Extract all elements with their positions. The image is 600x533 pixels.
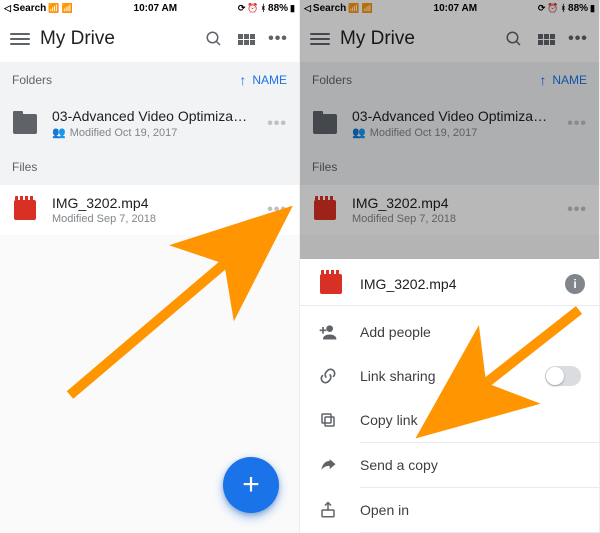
bottom-sheet: IMG_3202.mp4 i Add people Link sharing C… xyxy=(300,259,599,533)
view-grid-icon[interactable] xyxy=(235,34,257,45)
sort-button[interactable]: ↑ NAME xyxy=(239,72,287,88)
shared-icon: 👥 xyxy=(52,126,66,139)
sheet-copy-link[interactable]: Copy link xyxy=(300,398,599,442)
link-sharing-toggle[interactable] xyxy=(545,366,581,386)
add-person-icon xyxy=(318,322,338,342)
sheet-send-copy[interactable]: Send a copy xyxy=(300,443,599,487)
folder-modified: Modified Oct 19, 2017 xyxy=(70,127,178,139)
sheet-item-label: Link sharing xyxy=(360,368,523,384)
sheet-link-sharing[interactable]: Link sharing xyxy=(300,354,599,398)
app-header: My Drive ••• xyxy=(0,16,299,62)
back-chevron-icon[interactable]: ◁ xyxy=(4,3,11,14)
file-modified: Modified Sep 7, 2018 xyxy=(52,213,156,225)
empty-area: + xyxy=(0,235,299,533)
sort-label: NAME xyxy=(252,73,287,87)
folder-more-icon[interactable]: ••• xyxy=(263,115,291,133)
battery-icon: ▮ xyxy=(290,3,295,14)
battery-percentage: 88% xyxy=(268,3,288,14)
folder-name: 03-Advanced Video Optimization xyxy=(52,108,249,124)
menu-icon[interactable] xyxy=(10,33,30,45)
link-icon xyxy=(318,366,338,386)
signal-icon: 📶 xyxy=(48,3,59,14)
plus-icon: + xyxy=(242,470,260,500)
section-label: Folders xyxy=(12,73,52,87)
sheet-item-label: Copy link xyxy=(360,412,581,428)
back-app-label[interactable]: Search xyxy=(13,3,46,14)
sheet-item-label: Send a copy xyxy=(360,457,581,473)
screenshot-left: ◁ Search 📶 📶 10:07 AM ⟳ ⏰ ᚼ 88% ▮ My Dri… xyxy=(0,0,300,533)
alarm-icon: ⏰ xyxy=(247,3,258,14)
video-file-icon xyxy=(14,200,36,220)
section-files: Files xyxy=(0,149,299,185)
sheet-add-people[interactable]: Add people xyxy=(300,310,599,354)
search-icon[interactable] xyxy=(203,30,225,48)
bluetooth-icon: ᚼ xyxy=(261,3,266,13)
add-fab-button[interactable]: + xyxy=(223,457,279,513)
share-arrow-icon xyxy=(318,455,338,475)
info-icon[interactable]: i xyxy=(565,274,585,294)
folder-row[interactable]: 03-Advanced Video Optimization 👥 Modifie… xyxy=(0,98,299,149)
rotation-lock-icon: ⟳ xyxy=(238,3,246,14)
status-time: 10:07 AM xyxy=(73,3,238,14)
sort-arrow-icon: ↑ xyxy=(239,72,246,88)
file-row[interactable]: IMG_3202.mp4 Modified Sep 7, 2018 ••• xyxy=(0,185,299,235)
section-folders: Folders ↑ NAME xyxy=(0,62,299,98)
wifi-icon: 📶 xyxy=(62,3,73,14)
section-label: Files xyxy=(12,160,37,174)
screenshot-right: ◁ Search 📶 📶 10:07 AM ⟳ ⏰ ᚼ 88% ▮ My Dri… xyxy=(300,0,600,533)
file-name: IMG_3202.mp4 xyxy=(52,195,249,211)
copy-icon xyxy=(318,410,338,430)
file-more-icon[interactable]: ••• xyxy=(263,201,291,219)
sheet-item-label: Add people xyxy=(360,324,581,340)
video-file-icon xyxy=(320,274,342,294)
folder-icon xyxy=(13,114,37,134)
sheet-item-label: Open in xyxy=(360,502,581,518)
ios-status-bar: ◁ Search 📶 📶 10:07 AM ⟳ ⏰ ᚼ 88% ▮ xyxy=(0,0,299,16)
sheet-title: IMG_3202.mp4 xyxy=(360,276,549,292)
overflow-menu-icon[interactable]: ••• xyxy=(267,30,289,48)
sheet-open-in[interactable]: Open in xyxy=(300,488,599,532)
page-title: My Drive xyxy=(40,28,193,50)
open-in-icon xyxy=(318,500,338,520)
